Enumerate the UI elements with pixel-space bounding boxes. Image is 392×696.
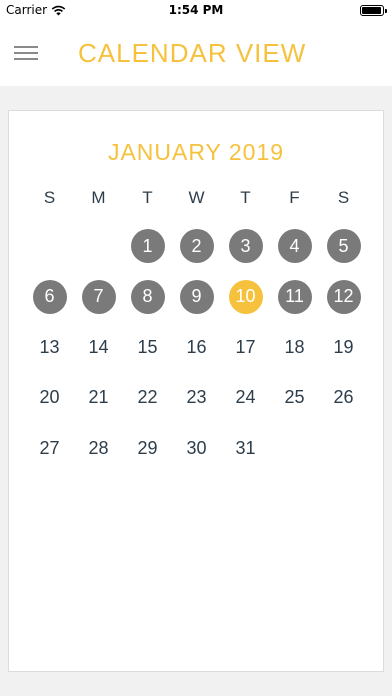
day-cell: 17 [221, 322, 270, 373]
empty-cell [74, 221, 123, 272]
battery-level [362, 7, 381, 14]
weekday-header: S M T W T F S [25, 188, 368, 208]
day-cell: 14 [74, 322, 123, 373]
day-cell: 28 [74, 423, 123, 474]
day-20[interactable]: 20 [33, 381, 67, 415]
weekday-sun: S [43, 188, 56, 207]
day-cell: 18 [270, 322, 319, 373]
day-cell: 2 [172, 221, 221, 272]
day-2[interactable]: 2 [179, 229, 214, 264]
status-bar: Carrier 1:54 PM [0, 0, 392, 22]
day-27[interactable]: 27 [33, 431, 67, 465]
day-cell: 27 [25, 423, 74, 474]
day-30[interactable]: 30 [180, 431, 214, 465]
day-cell: 19 [319, 322, 368, 373]
day-19[interactable]: 19 [327, 330, 361, 364]
day-cell: 29 [123, 423, 172, 474]
day-cell: 15 [123, 322, 172, 373]
calendar-card: JANUARY 2019 S M T W T F S 1 2 3 4 5 6 7 8 9 10 11… [8, 110, 384, 672]
day-cell: 22 [123, 373, 172, 424]
day-cell: 8 [123, 272, 172, 323]
day-11[interactable]: 11 [277, 279, 312, 314]
battery-icon [360, 5, 387, 16]
day-28[interactable]: 28 [82, 431, 116, 465]
day-22[interactable]: 22 [131, 381, 165, 415]
day-cell: 7 [74, 272, 123, 323]
weekday-thu: T [240, 188, 251, 207]
day-cell: 1 [123, 221, 172, 272]
menu-line [14, 52, 38, 54]
empty-cell [25, 221, 74, 272]
weekday-fri: F [289, 188, 300, 207]
day-cell: 12 [319, 272, 368, 323]
day-24[interactable]: 24 [229, 381, 263, 415]
day-cell: 16 [172, 322, 221, 373]
day-cell: 11 [270, 272, 319, 323]
day-cell: 20 [25, 373, 74, 424]
day-cell: 31 [221, 423, 270, 474]
day-17[interactable]: 17 [229, 330, 263, 364]
weekday-sat: S [337, 188, 350, 207]
menu-line [14, 46, 38, 48]
day-cell: 13 [25, 322, 74, 373]
status-time: 1:54 PM [168, 3, 224, 17]
day-3[interactable]: 3 [228, 229, 263, 264]
day-cell: 5 [319, 221, 368, 272]
menu-line [14, 58, 38, 60]
day-cell: 26 [319, 373, 368, 424]
day-8[interactable]: 8 [130, 279, 165, 314]
day-23[interactable]: 23 [180, 381, 214, 415]
day-cell: 24 [221, 373, 270, 424]
day-cell: 9 [172, 272, 221, 323]
month-title: JANUARY 2019 [107, 139, 285, 165]
day-cell: 4 [270, 221, 319, 272]
day-15[interactable]: 15 [131, 330, 165, 364]
day-cell: 21 [74, 373, 123, 424]
day-today[interactable]: 10 [228, 279, 263, 314]
day-18[interactable]: 18 [278, 330, 312, 364]
weekday-wed: W [188, 188, 205, 207]
day-5[interactable]: 5 [326, 229, 361, 264]
day-31[interactable]: 31 [229, 431, 263, 465]
day-cell: 6 [25, 272, 74, 323]
day-14[interactable]: 14 [82, 330, 116, 364]
day-12[interactable]: 12 [326, 279, 361, 314]
calendar-grid: 1 2 3 4 5 6 7 8 9 10 11 12 13 14 15 16 17 18 19 20 21 22 23 24 2… [25, 221, 368, 474]
day-26[interactable]: 26 [327, 381, 361, 415]
day-25[interactable]: 25 [278, 381, 312, 415]
day-21[interactable]: 21 [82, 381, 116, 415]
day-9[interactable]: 9 [179, 279, 214, 314]
day-cell: 30 [172, 423, 221, 474]
weekday-tue: T [142, 188, 153, 207]
day-16[interactable]: 16 [180, 330, 214, 364]
page-title: CALENDAR VIEW [78, 38, 307, 68]
day-6[interactable]: 6 [32, 279, 67, 314]
day-cell: 23 [172, 373, 221, 424]
day-cell: 3 [221, 221, 270, 272]
weekday-mon: M [91, 188, 106, 207]
app-header: CALENDAR VIEW [0, 22, 392, 86]
day-4[interactable]: 4 [277, 229, 312, 264]
hamburger-menu-icon[interactable] [14, 43, 38, 61]
day-cell: 10 [221, 272, 270, 323]
day-13[interactable]: 13 [33, 330, 67, 364]
day-7[interactable]: 7 [81, 279, 116, 314]
day-29[interactable]: 29 [131, 431, 165, 465]
day-1[interactable]: 1 [130, 229, 165, 264]
day-cell: 25 [270, 373, 319, 424]
